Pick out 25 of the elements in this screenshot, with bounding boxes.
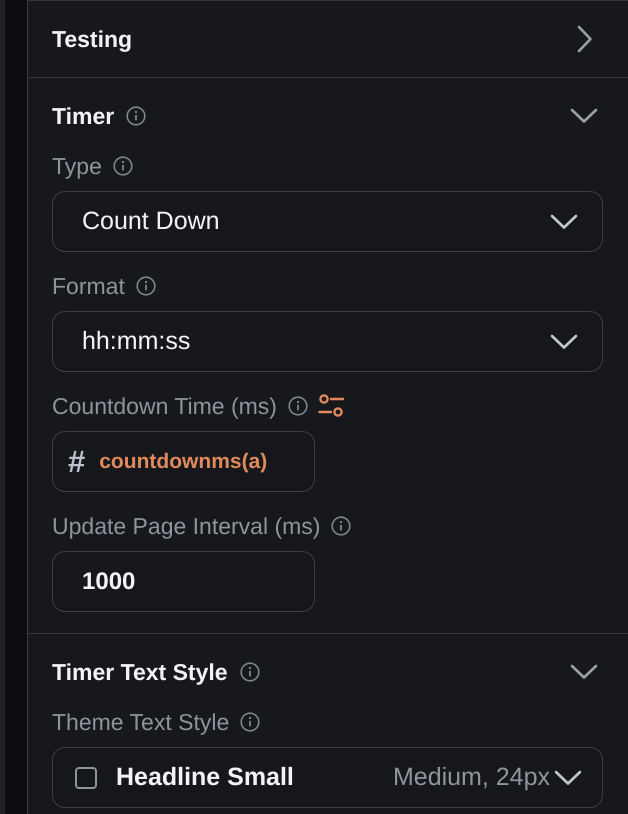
- text-style-detail: Medium, 24px: [392, 763, 550, 792]
- dropdown[interactable]: hh:mm:ss: [52, 311, 603, 372]
- number-field[interactable]: 1000: [52, 551, 315, 612]
- field-label: Format: [52, 272, 125, 300]
- chevron-down-icon[interactable]: [550, 214, 578, 230]
- variable-field[interactable]: # countdownms(a): [52, 431, 315, 492]
- chevron-down-icon[interactable]: [554, 770, 582, 786]
- section-title: Timer Text Style: [52, 658, 228, 686]
- field-label: Update Page Interval (ms): [52, 512, 320, 540]
- number-type-symbol: #: [68, 446, 86, 477]
- dropdown[interactable]: Count Down: [52, 191, 603, 252]
- variable-value: countdownms(a): [99, 450, 268, 474]
- field-label: Theme Text Style: [52, 708, 230, 736]
- chevron-down-icon[interactable]: [570, 108, 598, 124]
- text-style-dropdown[interactable]: Headline Small Medium, 24px: [52, 747, 603, 808]
- section-title: Timer: [52, 102, 114, 130]
- checkbox[interactable]: [75, 766, 97, 788]
- chevron-down-icon[interactable]: [550, 334, 578, 350]
- sliders-icon[interactable]: [318, 393, 344, 419]
- text-style-name: Headline Small: [116, 763, 294, 792]
- field-label: Type: [52, 152, 102, 180]
- chevron-down-icon[interactable]: [570, 664, 598, 680]
- field-label: Countdown Time (ms): [52, 392, 277, 420]
- section-title: Testing: [52, 26, 132, 52]
- chevron-right-icon[interactable]: [577, 25, 593, 53]
